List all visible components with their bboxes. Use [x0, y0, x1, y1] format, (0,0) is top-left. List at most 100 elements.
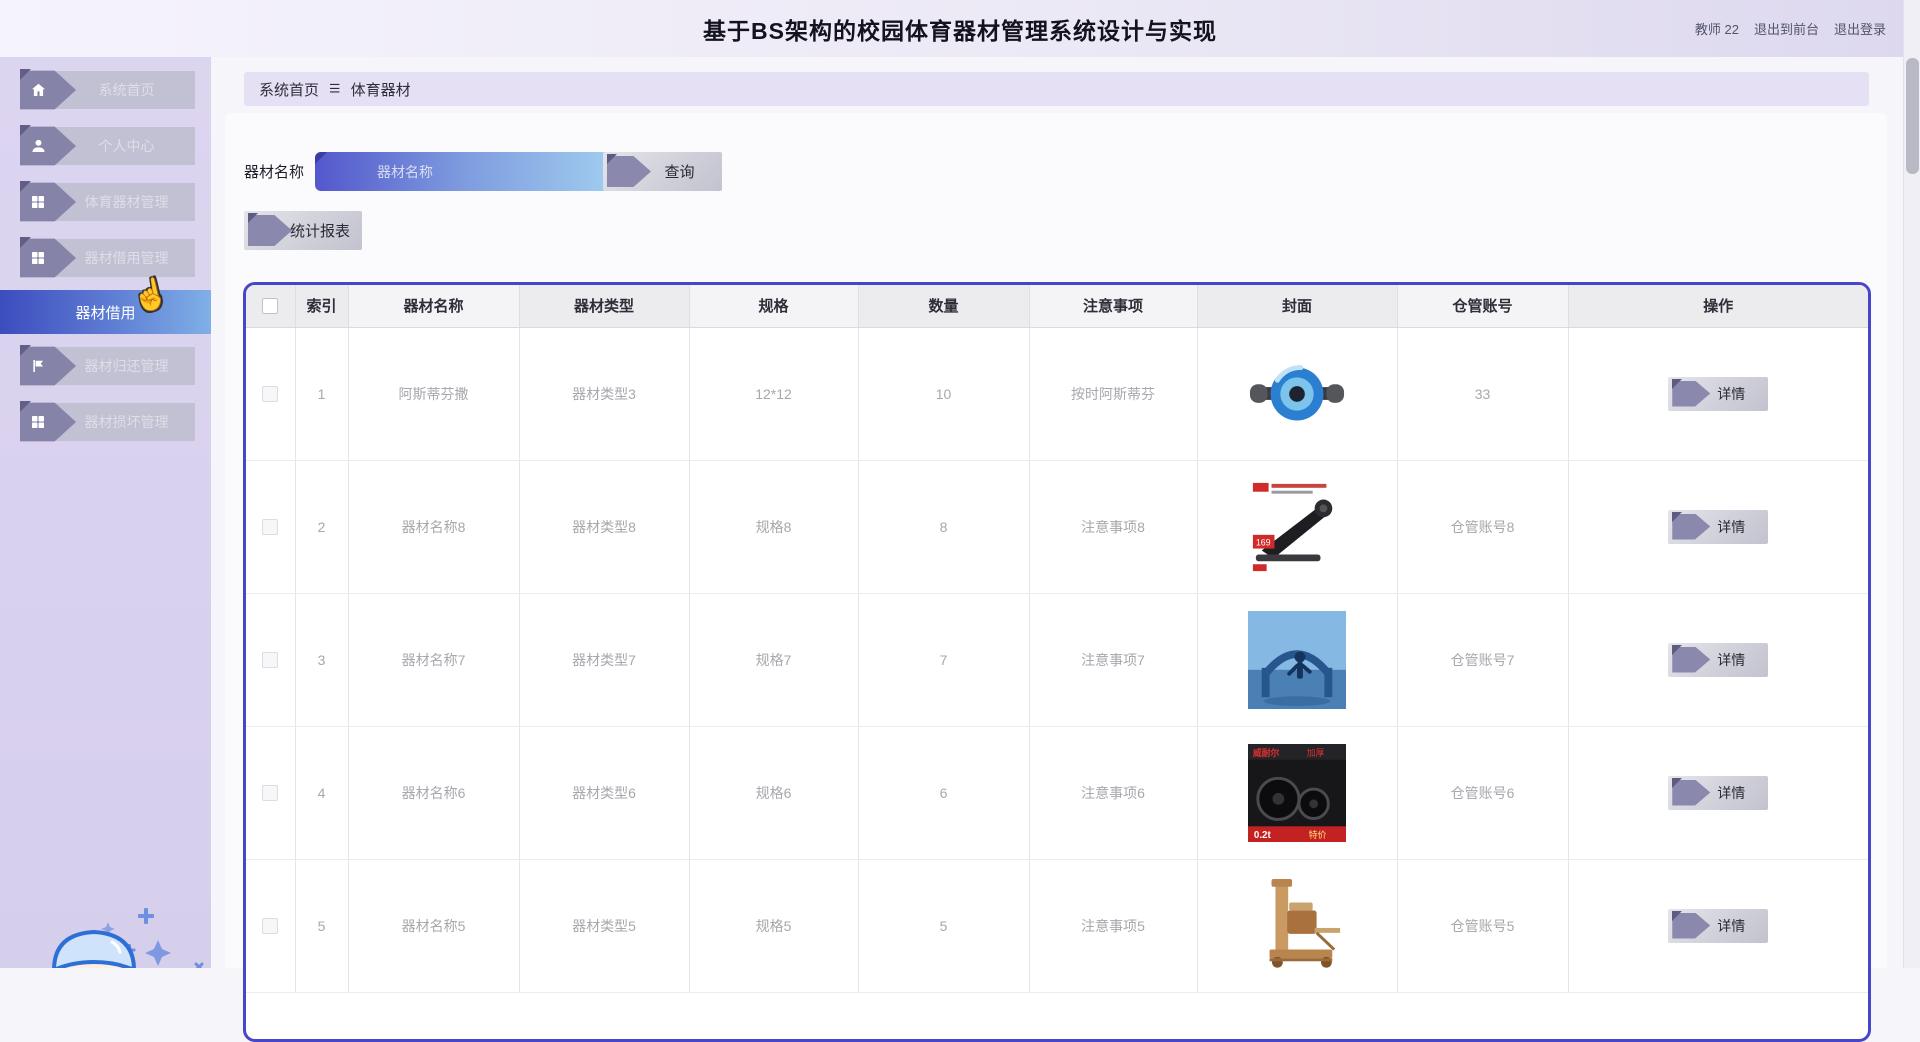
cell-warehouse-account: 仓管账号8: [1397, 460, 1569, 594]
report-button[interactable]: 统计报表: [244, 211, 362, 250]
sidebar-item-label: 体育器材管理: [84, 194, 169, 210]
row-checkbox[interactable]: [262, 519, 279, 536]
cell-quantity: 6: [858, 726, 1030, 860]
row-checkbox[interactable]: [262, 652, 279, 669]
sidebar-item-label: 器材损坏管理: [84, 414, 169, 430]
row-checkbox[interactable]: [262, 386, 279, 403]
cell-quantity: 8: [858, 460, 1030, 594]
cell-index: 4: [295, 726, 349, 860]
svg-text:加厚: 加厚: [1307, 747, 1325, 757]
column-header-仓管账号: 仓管账号: [1397, 285, 1569, 328]
header-links: 教师 22 退出到前台 退出登录: [1695, 0, 1886, 57]
detail-button[interactable]: 详情: [1668, 775, 1769, 810]
select-all-checkbox[interactable]: [262, 298, 279, 315]
cover-image-outdoor-fitness: [1248, 610, 1346, 709]
fold-corner-icon: [1672, 777, 1683, 788]
detail-button-label: 详情: [1717, 385, 1746, 402]
cursor-hand-icon: ☝: [128, 275, 173, 316]
fold-corner-icon: [607, 154, 617, 164]
cell-warehouse-account: 仓管账号5: [1397, 859, 1569, 993]
column-header-数量: 数量: [858, 285, 1030, 328]
column-header-索引: 索引: [295, 285, 349, 328]
detail-button[interactable]: 详情: [1668, 642, 1769, 677]
main-content: 系统首页 ☰ 体育器材 器材名称 查询 统计报表 索引器材: [211, 57, 1903, 1042]
svg-text:169: 169: [1256, 537, 1271, 547]
sidebar-item-label: 器材归还管理: [84, 358, 169, 374]
cell-spec: 12*12: [689, 327, 859, 461]
sidebar-item-个人中心[interactable]: 个人中心: [20, 125, 195, 166]
svg-text:威耐尔: 威耐尔: [1253, 746, 1280, 757]
cell-equipment-name: 器材名称5: [348, 859, 520, 993]
equipment-table-container: 索引 器材名称 器材类型 规格 数量 注意事项 封面 仓管账号 操作 1 阿斯蒂芬撒 器材类型3 12…: [243, 282, 1871, 1042]
cell-note: 注意事项8: [1029, 460, 1198, 594]
mascot-illustration: [52, 908, 204, 968]
column-header-注意事项: 注意事项: [1029, 285, 1198, 328]
svg-text:0.2t: 0.2t: [1254, 830, 1272, 841]
cell-note: 注意事项6: [1029, 726, 1198, 860]
cell-equipment-type: 器材类型8: [519, 460, 690, 594]
cell-spec: 规格6: [689, 726, 859, 860]
current-user-label: 教师 22: [1694, 22, 1739, 37]
sidebar-item-器材归还管理[interactable]: 器材归还管理: [20, 345, 195, 386]
cell-equipment-name: 器材名称6: [348, 726, 520, 860]
table-row: 4 器材名称6 器材类型6 规格6 6 注意事项6 威耐尔 加厚 0.2t 特价 仓管账号6 详情: [246, 726, 1868, 860]
breadcrumb-home[interactable]: 系统首页: [259, 79, 319, 100]
table-row: 3 器材名称7 器材类型7 规格7 7 注意事项7 仓管账号7 详情: [246, 593, 1868, 727]
cell-quantity: 7: [858, 593, 1030, 727]
cell-spec: 规格7: [689, 593, 859, 727]
search-bar: 器材名称: [244, 152, 637, 191]
column-header-器材名称: 器材名称: [348, 285, 520, 328]
detail-button-label: 详情: [1717, 784, 1746, 801]
detail-button-label: 详情: [1717, 518, 1746, 535]
cell-index: 3: [295, 593, 349, 727]
fold-corner-icon: [1672, 511, 1683, 522]
search-field-label: 器材名称: [244, 164, 305, 181]
sidebar-nav: 系统首页 个人中心 体育器材管理 器材借用管理 器材借用 ☝ 器材归还管理 器材损坏管理: [0, 57, 211, 442]
cover-image-wooden-reformer: [1248, 876, 1346, 975]
cell-equipment-type: 器材类型5: [519, 859, 690, 993]
table-row: 5 器材名称5 器材类型5 规格5 5 注意事项5 仓管账号5 详情: [246, 859, 1868, 993]
sidebar-item-label: 器材借用: [75, 304, 136, 322]
cell-equipment-type: 器材类型6: [519, 726, 690, 860]
column-header-器材类型: 器材类型: [519, 285, 690, 328]
breadcrumb: 系统首页 ☰ 体育器材: [244, 72, 1869, 106]
cell-quantity: 10: [858, 327, 1030, 461]
detail-button-label: 详情: [1717, 651, 1746, 668]
detail-button[interactable]: 详情: [1668, 376, 1769, 411]
cell-equipment-name: 器材名称8: [348, 460, 520, 594]
breadcrumb-current: 体育器材: [350, 81, 411, 99]
row-checkbox[interactable]: [262, 785, 279, 802]
breadcrumb-separator-icon: ☰: [329, 81, 341, 96]
exit-front-link[interactable]: 退出到前台: [1754, 19, 1819, 38]
cell-warehouse-account: 仓管账号6: [1397, 726, 1569, 860]
fold-corner-icon: [1672, 644, 1683, 655]
table-row: 2 器材名称8 器材类型8 规格8 8 注意事项8 169 仓管账号8 详情: [246, 460, 1868, 594]
search-input-wrap: [315, 152, 637, 191]
detail-button-label: 详情: [1717, 917, 1746, 934]
fold-corner-icon: [1672, 378, 1683, 389]
sidebar-item-器材损坏管理[interactable]: 器材损坏管理: [20, 401, 195, 442]
table-header-row: 索引 器材名称 器材类型 规格 数量 注意事项 封面 仓管账号 操作: [246, 285, 1868, 328]
logout-link[interactable]: 退出登录: [1834, 19, 1886, 38]
sidebar-item-器材借用[interactable]: 器材借用 ☝: [0, 275, 211, 334]
cell-quantity: 5: [858, 859, 1030, 993]
sidebar: 系统首页 个人中心 体育器材管理 器材借用管理 器材借用 ☝ 器材归还管理 器材损坏管理: [0, 57, 211, 968]
detail-button[interactable]: 详情: [1668, 908, 1769, 943]
detail-button[interactable]: 详情: [1668, 509, 1769, 544]
cell-spec: 规格8: [689, 460, 859, 594]
column-header-规格: 规格: [689, 285, 859, 328]
svg-text:特价: 特价: [1309, 829, 1327, 840]
sidebar-item-器材借用管理[interactable]: 器材借用管理: [20, 237, 195, 278]
vertical-scrollbar[interactable]: [1903, 0, 1920, 968]
sidebar-item-体育器材管理[interactable]: 体育器材管理: [20, 181, 195, 222]
sidebar-item-系统首页[interactable]: 系统首页: [20, 69, 195, 110]
row-checkbox[interactable]: [262, 918, 279, 935]
table-body: 1 阿斯蒂芬撒 器材类型3 12*12 10 按时阿斯蒂芬 33 详情 2 器材名称8 器材类型8 规…: [246, 327, 1868, 993]
cell-note: 注意事项5: [1029, 859, 1198, 993]
cover-image-abdominal-machine: 169: [1248, 477, 1346, 576]
scrollbar-thumb[interactable]: [1906, 58, 1919, 174]
equipment-name-input[interactable]: [315, 152, 637, 191]
cell-note: 按时阿斯蒂芬: [1029, 327, 1198, 461]
query-button[interactable]: 查询: [603, 152, 722, 191]
cell-equipment-type: 器材类型7: [519, 593, 690, 727]
